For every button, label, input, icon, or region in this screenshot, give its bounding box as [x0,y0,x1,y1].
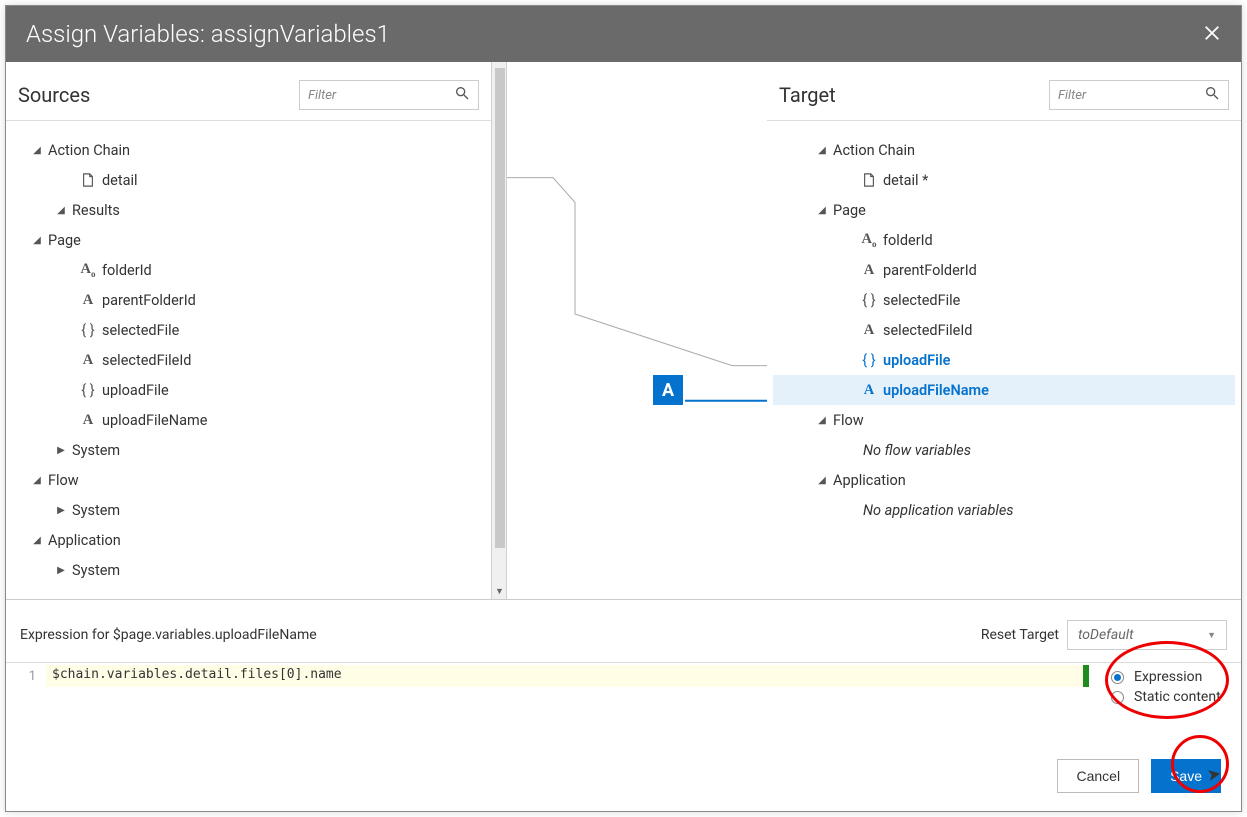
tree-node-detail[interactable]: detail * [773,165,1235,195]
cancel-button[interactable]: Cancel [1057,759,1139,793]
reset-target-row: Reset Target toDefault [981,620,1227,650]
expression-for-label: Expression for $page.variables.uploadFil… [20,627,317,643]
sources-header: Sources Filter [6,62,491,121]
tree-node-application[interactable]: ◢Application [12,525,485,555]
tree-node-selectedFileId[interactable]: AselectedFileId [773,315,1235,345]
string-icon: A [78,412,98,429]
target-filter-input[interactable]: Filter [1049,80,1229,110]
tree-node-parentFolderId[interactable]: AparentFolderId [773,255,1235,285]
sources-scrollbar[interactable] [491,62,507,599]
sources-filter-input[interactable]: Filter [299,80,479,110]
tree-node-application[interactable]: ◢Application [773,465,1235,495]
target-panel: Target Filter ◢Action Chain detail * ◢Pa… [767,62,1241,599]
tree-node-flow[interactable]: ◢Flow [773,405,1235,435]
close-icon[interactable] [1203,20,1221,48]
search-icon [454,85,470,105]
tree-node-flow[interactable]: ◢Flow [12,465,485,495]
object-icon: { } [859,292,879,309]
tree-node-page[interactable]: ◢Page [12,225,485,255]
string-icon: A [78,352,98,369]
string-icon: A [859,262,879,279]
tree-node-action-chain[interactable]: ◢Action Chain [773,135,1235,165]
sources-title: Sources [18,83,299,107]
tree-node-system[interactable]: ▶System [12,435,485,465]
expression-editor-row: 1 $chain.variables.detail.files[0].name … [6,663,1241,709]
mapping-workspace: Sources Filter ◢Action Chain detail ◢Res… [6,62,1241,600]
string-icon: A [859,382,879,399]
radio-icon [1111,671,1124,684]
tree-node-folderId[interactable]: AofolderId [773,225,1235,255]
tree-node-selectedFile[interactable]: { }selectedFile [12,315,485,345]
tree-node-no-flow: No flow variables [773,435,1235,465]
type-badge: A [653,375,683,405]
file-icon [859,173,879,187]
tree-node-results[interactable]: ◢Results [12,195,485,225]
string-icon: A [859,322,879,339]
tree-node-detail[interactable]: detail [12,165,485,195]
filter-placeholder: Filter [1058,88,1086,103]
reset-target-select[interactable]: toDefault [1067,620,1227,650]
string-icon: A [78,292,98,309]
cursor-icon: ➤ [1205,764,1223,786]
tree-node-selectedFileId[interactable]: AselectedFileId [12,345,485,375]
tree-node-folderId[interactable]: AofolderId [12,255,485,285]
target-header: Target Filter [767,62,1241,121]
expression-bar: Expression for $page.variables.uploadFil… [6,600,1241,663]
object-icon: { } [859,352,879,369]
dialog-title: Assign Variables: assignVariables1 [26,20,390,48]
sources-tree: ◢Action Chain detail ◢Results ◢Page Aofo… [6,121,491,599]
tree-node-parentFolderId[interactable]: AparentFolderId [12,285,485,315]
string-sub-icon: Ao [859,231,879,249]
mapping-center: A [507,62,767,599]
assign-variables-dialog: Assign Variables: assignVariables1 Sourc… [5,5,1242,812]
tree-node-page[interactable]: ◢Page [773,195,1235,225]
connection-lines [507,62,767,599]
sources-panel: Sources Filter ◢Action Chain detail ◢Res… [6,62,491,599]
search-icon [1204,85,1220,105]
target-title: Target [779,83,1049,107]
tree-node-action-chain[interactable]: ◢Action Chain [12,135,485,165]
tree-node-uploadFileName[interactable]: AuploadFileName [12,405,485,435]
reset-target-label: Reset Target [981,627,1059,643]
object-icon: { } [78,322,98,339]
tree-node-uploadFileName[interactable]: AuploadFileName [773,375,1235,405]
editor-gutter: 1 [6,665,46,684]
expression-mode: Expression Static content [1101,665,1241,709]
dialog-titlebar: Assign Variables: assignVariables1 [6,6,1241,62]
dialog-footer: Cancel Save [6,741,1241,811]
tree-node-uploadFile[interactable]: { }uploadFile [12,375,485,405]
target-tree: ◢Action Chain detail * ◢Page AofolderId … [767,121,1241,599]
expression-editor[interactable]: $chain.variables.detail.files[0].name [46,665,1089,687]
tree-node-system-app[interactable]: ▶System [12,555,485,585]
mode-expression[interactable]: Expression [1111,669,1231,685]
filter-placeholder: Filter [308,88,336,103]
tree-node-selectedFile[interactable]: { }selectedFile [773,285,1235,315]
tree-node-system-flow[interactable]: ▶System [12,495,485,525]
string-sub-icon: Ao [78,261,98,279]
tree-node-no-app: No application variables [773,495,1235,525]
object-icon: { } [78,382,98,399]
mode-static-content[interactable]: Static content [1111,689,1231,705]
tree-node-uploadFile[interactable]: { }uploadFile [773,345,1235,375]
file-icon [78,173,98,187]
radio-icon [1111,691,1124,704]
